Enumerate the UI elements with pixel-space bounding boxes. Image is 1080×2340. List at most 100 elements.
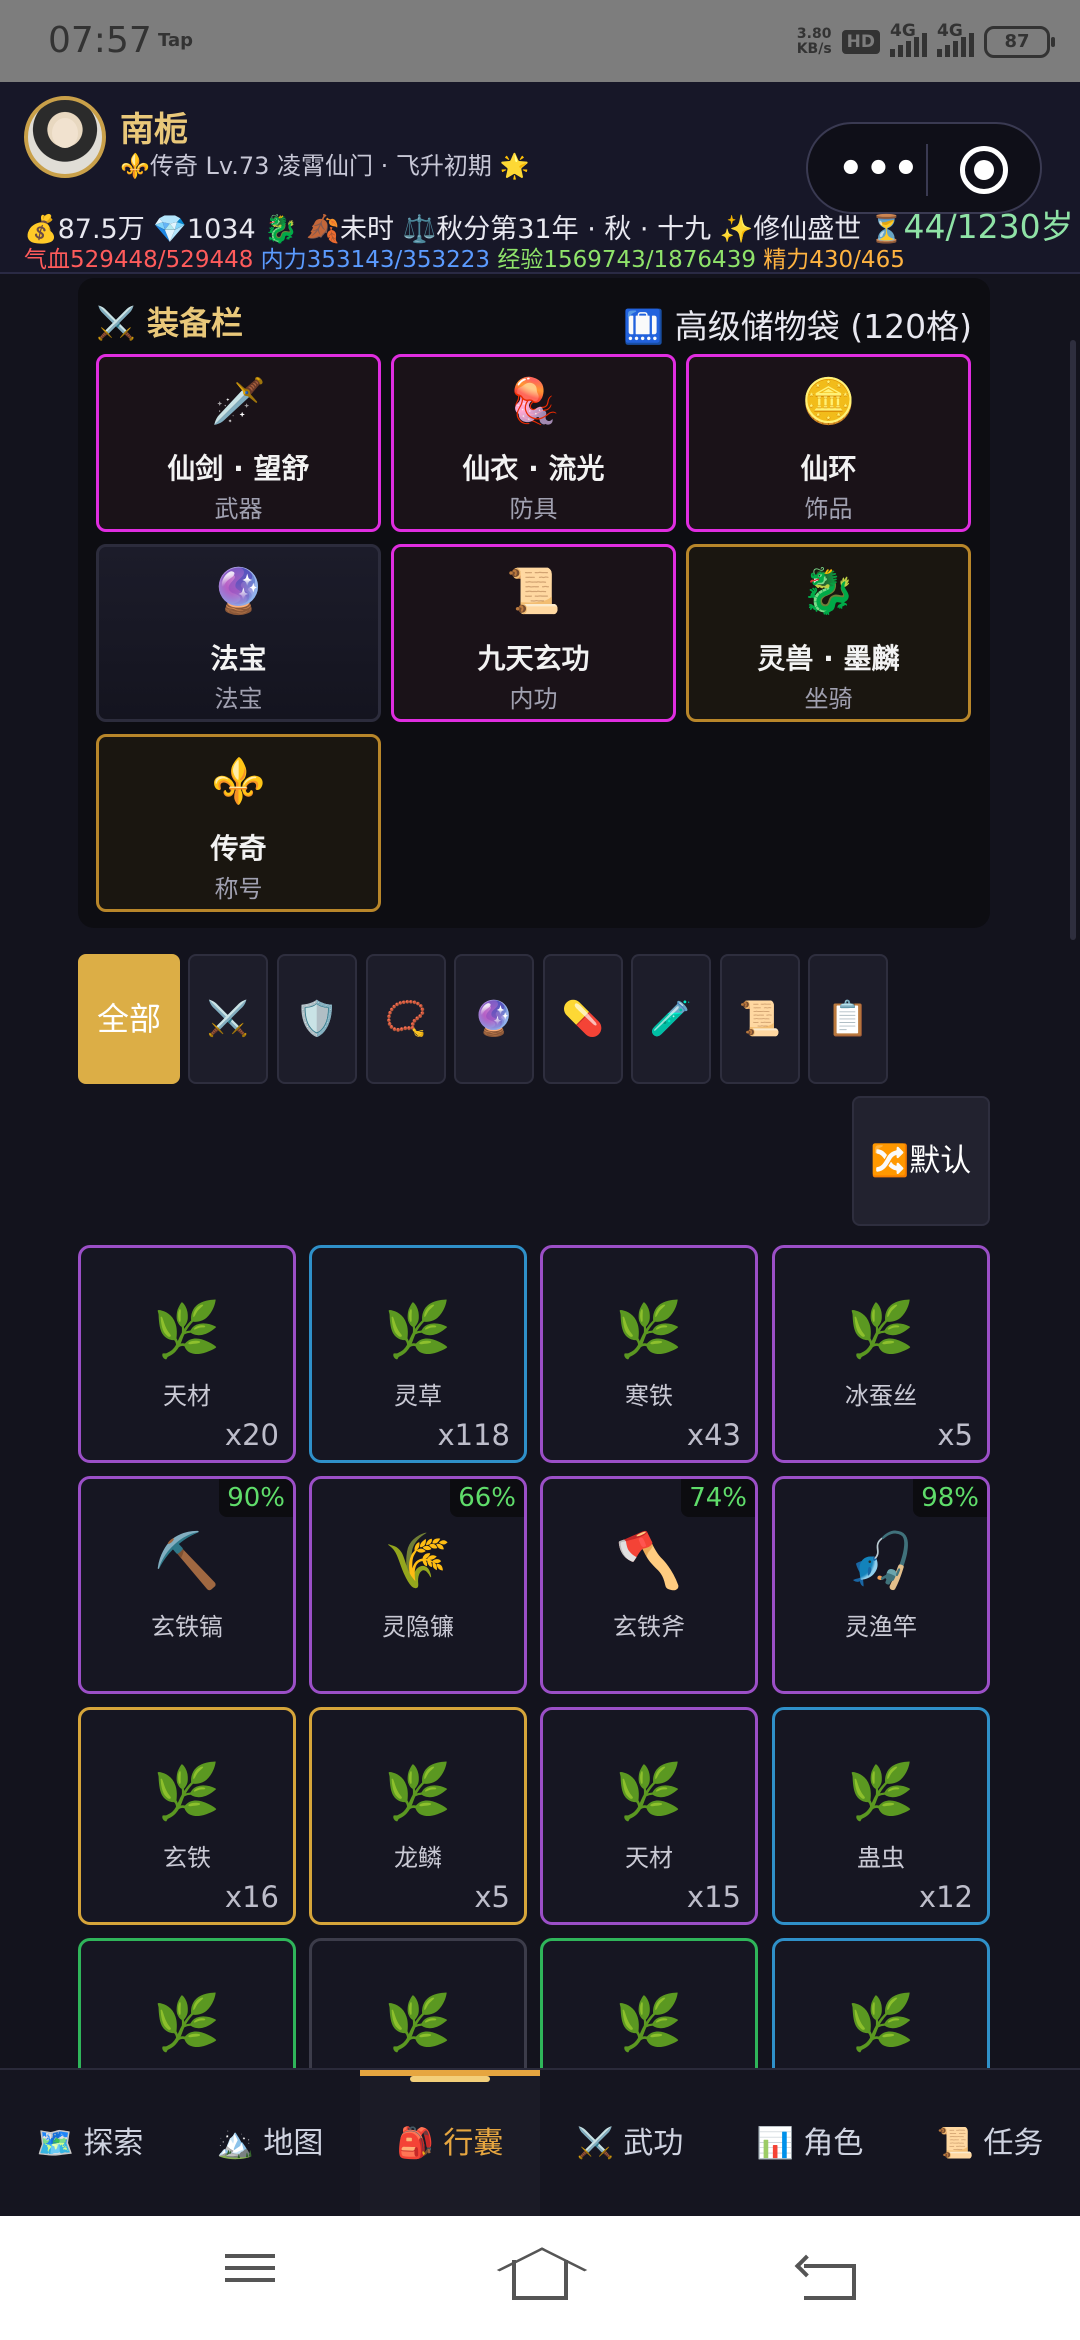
- slot-name: 九天玄功: [477, 642, 590, 675]
- dragon-icon: 🐉: [801, 566, 856, 617]
- fishing-rod-icon: 🎣: [847, 1529, 915, 1592]
- mp-label: 内力: [260, 247, 307, 273]
- age: 44/1230岁: [903, 207, 1074, 246]
- equipment-title: ⚔️ 装备栏: [96, 304, 243, 342]
- tab-all[interactable]: 全部: [78, 954, 180, 1084]
- item-quantity: x43: [686, 1418, 741, 1452]
- item-name: 玄铁镐: [151, 1613, 223, 1641]
- inventory-item[interactable]: 🌿 天材 x15: [540, 1707, 758, 1925]
- slot-name: 法宝: [210, 642, 267, 675]
- more-icon[interactable]: •••: [838, 149, 921, 189]
- slot-type: 称号: [214, 875, 263, 903]
- inventory-item[interactable]: 🌿 蛊虫 x12: [772, 1707, 990, 1925]
- tab-beads-icon[interactable]: 📿: [366, 954, 446, 1084]
- inventory-item[interactable]: 74% 🪓 玄铁斧: [540, 1476, 758, 1694]
- equip-slot-accessory[interactable]: 🪙 仙环 饰品: [686, 354, 971, 532]
- inventory-item[interactable]: 🌿 灵草 x118: [309, 1245, 527, 1463]
- equip-slot-skill[interactable]: 📜 九天玄功 内功: [391, 544, 676, 722]
- slot-type: 武器: [214, 495, 263, 523]
- nav-inventory[interactable]: 🎒 行囊: [360, 2070, 540, 2218]
- bottom-nav: 🗺️ 探索 🏔️ 地图 🎒 行囊 ⚔️ 武功 📊 角色 📜 任务: [0, 2068, 1080, 2218]
- tab-clipboard-icon[interactable]: 📋: [808, 954, 888, 1084]
- sort-button[interactable]: 🔀默认: [852, 1096, 990, 1226]
- inventory-item[interactable]: 🌿 冰蚕丝 x5: [772, 1245, 990, 1463]
- equip-slot-mount[interactable]: 🐉 灵兽 · 墨麟 坐骑: [686, 544, 971, 722]
- slot-name: 传奇: [210, 832, 267, 865]
- inventory-item[interactable]: 98% 🎣 灵渔竿: [772, 1476, 990, 1694]
- storage-bag-button[interactable]: 🛄 高级储物袋 (120格): [623, 300, 972, 348]
- network-speed: 3.80 KB/s: [796, 26, 832, 57]
- slot-name: 灵兽 · 墨麟: [757, 642, 900, 675]
- item-name: 灵渔竿: [845, 1613, 917, 1641]
- tab-crystal-icon[interactable]: 🔮: [454, 954, 534, 1084]
- inventory-item[interactable]: 66% 🌾 灵隐镰: [309, 1476, 527, 1694]
- durability-badge: 90%: [219, 1479, 293, 1517]
- close-icon[interactable]: [960, 146, 1008, 194]
- pickaxe-icon: ⛏️: [153, 1529, 221, 1592]
- exp-value: 1569743/1876439: [543, 247, 756, 273]
- equip-slot-weapon[interactable]: 🗡️ 仙剑 · 望舒 武器: [96, 354, 381, 532]
- herb-icon: 🌿: [153, 1760, 221, 1823]
- nav-character[interactable]: 📊 角色: [720, 2070, 900, 2218]
- herb-icon: 🌿: [847, 1298, 915, 1361]
- tab-shield-icon[interactable]: 🛡️: [277, 954, 357, 1084]
- tab-potion-icon[interactable]: 🧪: [631, 954, 711, 1084]
- hd-icon: HD: [841, 30, 880, 54]
- status-bar: 07:57 Tap 3.80 KB/s HD 4G 4G 87: [0, 0, 1080, 82]
- player-header: 南栀 ⚜️传奇 Lv.73 凌霄仙门 · 飞升初期 🌟 ••• 💰87.5万 💎…: [0, 82, 1080, 274]
- inventory-item[interactable]: 🌿 龙鳞 x5: [309, 1707, 527, 1925]
- inventory-item[interactable]: 🌿 寒铁 x43: [540, 1245, 758, 1463]
- durability-badge: 98%: [913, 1479, 987, 1517]
- item-quantity: x5: [937, 1418, 973, 1452]
- back-icon[interactable]: [790, 2246, 870, 2310]
- home-icon[interactable]: [500, 2246, 580, 2310]
- sickle-icon: 🌾: [384, 1529, 452, 1592]
- hp-value: 529448/529448: [70, 247, 254, 273]
- equip-slot-treasure[interactable]: 🔮 法宝 法宝: [96, 544, 381, 722]
- item-quantity: x20: [224, 1418, 279, 1452]
- slot-type: 法宝: [214, 685, 263, 713]
- item-name: 冰蚕丝: [845, 1382, 917, 1410]
- nav-map[interactable]: 🏔️ 地图: [180, 2070, 360, 2218]
- tab-pill-icon[interactable]: 💊: [543, 954, 623, 1084]
- axe-icon: 🪓: [615, 1529, 683, 1592]
- nav-explore[interactable]: 🗺️ 探索: [0, 2070, 180, 2218]
- item-name: 灵隐镰: [382, 1613, 454, 1641]
- herb-icon: 🌿: [384, 1760, 452, 1823]
- inventory-item[interactable]: 90% ⛏️ 玄铁镐: [78, 1476, 296, 1694]
- signal-icon: 4G: [890, 21, 927, 57]
- slot-name: 仙衣 · 流光: [462, 452, 605, 485]
- signal-icon-2: 4G: [937, 21, 974, 57]
- exp-label: 经验: [497, 247, 544, 273]
- herb-icon: 🌿: [847, 1760, 915, 1823]
- inventory-item[interactable]: 🌿 玄铁 x16: [78, 1707, 296, 1925]
- crystal-ball-icon: 🔮: [211, 566, 266, 617]
- fleur-de-lis-icon: ⚜️: [211, 756, 266, 807]
- scrollbar[interactable]: [1070, 340, 1076, 940]
- equip-slot-armor[interactable]: 🪼 仙衣 · 流光 防具: [391, 354, 676, 532]
- nav-tasks[interactable]: 📜 任务: [900, 2070, 1080, 2218]
- status-icons: 3.80 KB/s HD 4G 4G 87: [796, 21, 1055, 62]
- slot-type: 防具: [509, 495, 558, 523]
- menu-icon[interactable]: [210, 2246, 290, 2310]
- robe-icon: 🪼: [506, 376, 561, 427]
- avatar[interactable]: [24, 96, 106, 178]
- equip-slot-title[interactable]: ⚜️ 传奇 称号: [96, 734, 381, 912]
- inventory-item[interactable]: 🌿 天材 x20: [78, 1245, 296, 1463]
- tap-indicator: Tap: [158, 30, 193, 51]
- scroll-icon: 📜: [506, 566, 561, 617]
- nav-skills[interactable]: ⚔️ 武功: [540, 2070, 720, 2218]
- vitals-line: 气血529448/529448 内力353143/353223 经验156974…: [24, 240, 905, 274]
- tab-weapon-icon[interactable]: ⚔️: [188, 954, 268, 1084]
- item-name: 玄铁: [163, 1844, 211, 1872]
- tab-scroll-icon[interactable]: 📜: [720, 954, 800, 1084]
- item-name: 天材: [163, 1382, 211, 1410]
- slot-name: 仙剑 · 望舒: [167, 452, 310, 485]
- item-quantity: x15: [686, 1880, 741, 1914]
- herb-icon: 🌿: [615, 1991, 683, 2054]
- mp-value: 353143/353223: [306, 247, 491, 273]
- app-screen: 07:57 Tap 3.80 KB/s HD 4G 4G 87 南栀 ⚜️传奇 L…: [0, 0, 1080, 2340]
- herb-icon: 🌿: [847, 1991, 915, 2054]
- herb-icon: 🌿: [153, 1991, 221, 2054]
- sword-icon: 🗡️: [211, 376, 266, 427]
